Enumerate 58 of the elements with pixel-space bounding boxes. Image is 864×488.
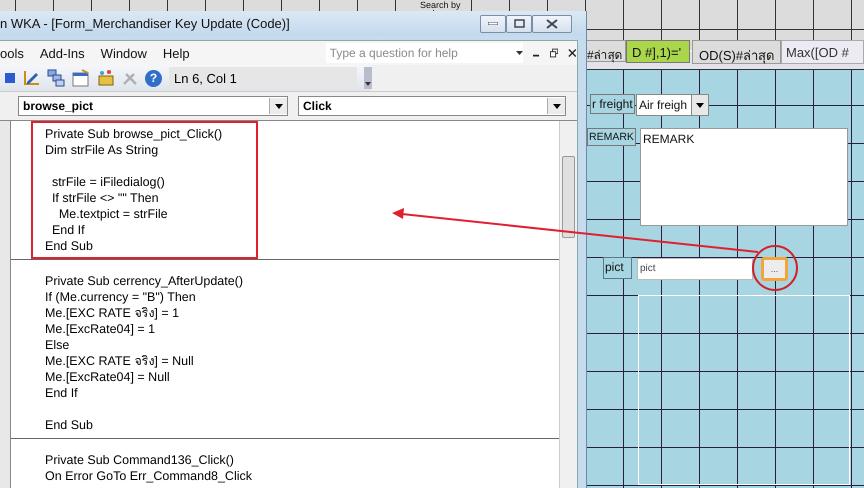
project-tree-icon[interactable] [47, 69, 65, 87]
cursor-position: Ln 6, Col 1 [169, 67, 357, 89]
restore-icon [514, 19, 524, 28]
code-line: Me.textpict = strFile [58, 206, 169, 222]
code-line: Private Sub cerrency_AfterUpdate() [45, 273, 244, 289]
caret-icon [696, 102, 704, 108]
code-line: Me.[EXC RATE จริง] = Null [45, 353, 195, 369]
code-line: Me.[ExcRate04] = Null [45, 369, 171, 385]
minimize-button[interactable] [480, 14, 506, 32]
close-button[interactable] [532, 14, 572, 32]
window-title: n WKA - [Form_Merchandiser Key Update (Code)] [0, 16, 291, 31]
code-line: End Sub [45, 417, 94, 433]
restore-icon[interactable] [550, 48, 558, 58]
caret-icon [274, 104, 282, 108]
help-search-field[interactable]: Type a question for help [326, 43, 523, 63]
browse-button[interactable]: ... [761, 257, 788, 281]
object-dropdown[interactable]: browse_pict [18, 96, 288, 116]
properties-icon[interactable] [72, 69, 90, 87]
freight-combo-box[interactable]: Air freigh [636, 94, 709, 116]
menu-item[interactable]: Help [162, 46, 198, 60]
procedure-dropdown[interactable]: Click [298, 96, 566, 116]
form-label: #ล่าสุด [584, 40, 626, 62]
code-line: Me.[ExcRate04] = 1 [45, 321, 156, 337]
code-line: End If [50, 222, 86, 238]
form-label: OD(S)#ล่าสุด [692, 40, 782, 64]
formula-text-box[interactable]: Max([OD # [781, 40, 864, 64]
menu-item[interactable]: ools [0, 46, 32, 60]
code-line: Me.[EXC RATE จริง] = 1 [45, 305, 180, 321]
menu-item[interactable]: Window [100, 46, 155, 60]
code-line: Dim strFile As String [45, 142, 160, 158]
close-icon[interactable] [568, 48, 577, 58]
pict-label: pict [603, 257, 632, 279]
vertical-scrollbar[interactable] [559, 121, 577, 488]
caret-icon [552, 104, 560, 108]
toolbar-options-icon[interactable] [364, 67, 372, 89]
code-line: Private Sub browse_pict_Click() [45, 126, 224, 142]
search-by-label: Search by [420, 0, 461, 10]
help-button[interactable]: ? [145, 70, 162, 86]
code-line: End Sub [45, 238, 94, 254]
code-line: Private Sub Command136_Click() [45, 452, 235, 468]
maximize-button[interactable] [506, 14, 532, 32]
pencil-ruler-icon[interactable] [22, 69, 40, 87]
code-line: End If [45, 385, 79, 401]
object-browser-icon[interactable] [97, 69, 115, 87]
pict-text-box[interactable]: pict [637, 258, 753, 280]
close-icon [546, 18, 558, 28]
formula-text-box[interactable]: D #],1)=' [626, 40, 690, 63]
remark-label: REMARK [587, 128, 636, 146]
freight-label: r freight [590, 94, 635, 114]
code-line: Else [45, 337, 70, 353]
code-line: If strFile <> "" Then [50, 190, 160, 206]
menu-item[interactable]: Add-Ins [40, 46, 93, 60]
remark-text-box[interactable]: REMARK [640, 128, 848, 226]
code-line: On Error GoTo Err_Command8_Click [45, 468, 254, 484]
code-line: strFile = iFiledialog() [50, 174, 166, 190]
code-line: If (Me.currency = "B") Then [45, 289, 197, 305]
highlight-circle [752, 245, 798, 291]
minimize-icon [488, 22, 498, 25]
